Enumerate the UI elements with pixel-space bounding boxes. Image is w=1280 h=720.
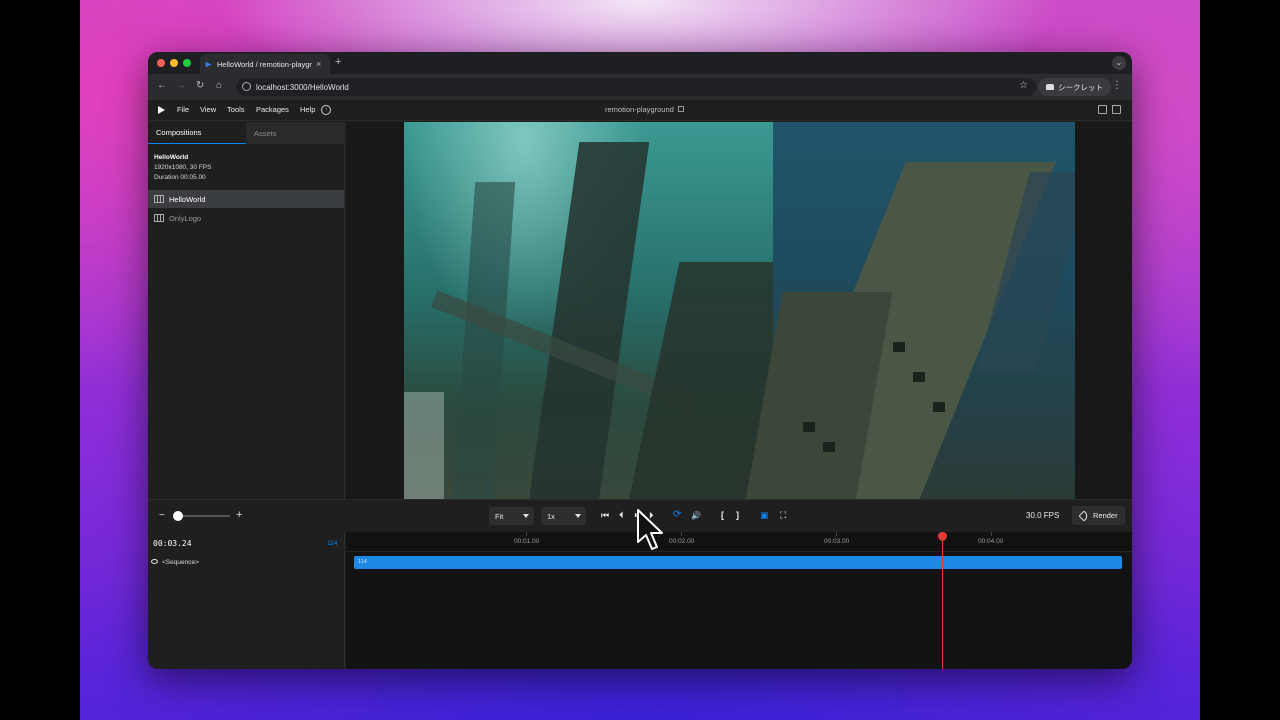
film-icon: [154, 195, 164, 203]
track-name: <Sequence>: [162, 558, 199, 566]
preview-canvas[interactable]: [346, 122, 1132, 499]
timeline-ruler[interactable]: 00:01.00 00:02.00 00:03.00 00:04.00: [346, 532, 1132, 552]
browser-tab[interactable]: HelloWorld / remotion-playground ×: [200, 54, 330, 74]
bookmark-star-icon[interactable]: ☆: [1019, 80, 1028, 91]
incognito-profile-button[interactable]: シークレット: [1038, 78, 1111, 96]
ruler-label: 00:03.00: [824, 538, 850, 545]
remotion-favicon-icon: [205, 61, 212, 67]
zoom-out-button[interactable]: −: [159, 510, 165, 521]
tab-close-icon[interactable]: ×: [316, 59, 321, 69]
eye-icon[interactable]: [151, 559, 158, 564]
playback-rate-select[interactable]: 1x: [541, 507, 586, 525]
close-window-button[interactable]: [157, 59, 165, 67]
underwater-city-image-left: [404, 122, 800, 499]
tab-strip: HelloWorld / remotion-playground × + ⌄: [148, 52, 1132, 74]
composition-duration: Duration 00:05.00: [154, 174, 206, 181]
composition-item-label: OnlyLogo: [169, 213, 202, 223]
browser-window: HelloWorld / remotion-playground × + ⌄ ←…: [148, 52, 1132, 669]
underwater-city-image-right: [743, 122, 1075, 499]
minimize-window-button[interactable]: [170, 59, 178, 67]
render-label: Render: [1093, 511, 1118, 520]
url-text: localhost:3000/HelloWorld: [256, 82, 349, 92]
menu-packages[interactable]: Packages: [256, 105, 289, 114]
toggle-right-panel-icon[interactable]: [1112, 105, 1121, 114]
composition-info: HelloWorld 1920x1080, 30 FPS Duration 00…: [154, 153, 211, 183]
checkerboard-icon[interactable]: ▣: [760, 510, 769, 521]
film-icon: [154, 214, 164, 222]
chevron-down-icon: [575, 514, 581, 518]
toggle-left-panel-icon[interactable]: [1098, 105, 1107, 114]
maximize-window-button[interactable]: [183, 59, 191, 67]
menu-file[interactable]: File: [177, 105, 189, 114]
size-mode-select[interactable]: Fit: [489, 507, 534, 525]
ruler-label: 00:04.00: [978, 538, 1004, 545]
remotion-logo-icon: [158, 106, 165, 114]
current-timecode[interactable]: 00:03.24: [153, 539, 192, 548]
fps-indicator: 30.0 FPS: [1026, 511, 1060, 520]
studio-menu-bar: File View Tools Packages Help ↑ remotion…: [148, 100, 1132, 121]
track-row-sequence[interactable]: <Sequence>: [148, 555, 345, 569]
sequence-clip[interactable]: 114: [354, 556, 1122, 569]
composition-item-helloworld[interactable]: HelloWorld: [148, 190, 344, 208]
jump-to-start-icon[interactable]: ⏮: [601, 510, 609, 521]
browser-menu-icon[interactable]: ⋮: [1112, 80, 1122, 91]
tab-compositions[interactable]: Compositions: [148, 122, 246, 144]
current-frame-number: 114: [327, 540, 338, 547]
reload-icon[interactable]: ↻: [196, 80, 204, 91]
in-point-icon[interactable]: [: [721, 510, 724, 520]
tab-assets[interactable]: Assets: [246, 122, 345, 144]
address-bar[interactable]: localhost:3000/HelloWorld ☆: [236, 78, 1036, 96]
tab-title: HelloWorld / remotion-playground: [217, 59, 312, 69]
menu-help[interactable]: Help: [300, 105, 315, 114]
incognito-label: シークレット: [1058, 82, 1103, 92]
timeline-track-list: 00:03.24 114 <Sequence>: [148, 532, 345, 669]
ruler-label: 00:02.00: [669, 538, 695, 545]
volume-icon[interactable]: 🔊: [691, 511, 701, 520]
render-button[interactable]: Render: [1072, 506, 1125, 525]
browser-toolbar: ← → ↻ ⌂ localhost:3000/HelloWorld ☆ シークレ…: [148, 74, 1132, 100]
menu-tools[interactable]: Tools: [227, 105, 245, 114]
tab-search-icon[interactable]: ⌄: [1112, 56, 1126, 70]
menu-view[interactable]: View: [200, 105, 216, 114]
ruler-label: 00:01.00: [514, 538, 540, 545]
home-icon[interactable]: ⌂: [216, 80, 222, 91]
new-tab-button[interactable]: +: [335, 56, 341, 68]
external-link-icon[interactable]: [678, 106, 684, 112]
timeline-canvas[interactable]: 00:01.00 00:02.00 00:03.00 00:04.00 114: [346, 532, 1132, 669]
zoom-slider-handle[interactable]: [173, 511, 183, 521]
chevron-down-icon: [523, 514, 529, 518]
out-point-icon[interactable]: ]: [736, 510, 739, 520]
site-info-icon[interactable]: [242, 82, 251, 91]
project-name[interactable]: remotion-playground: [605, 105, 674, 114]
compositions-sidebar: Compositions Assets HelloWorld 1920x1080…: [148, 122, 345, 499]
mouse-pointer-icon: [637, 509, 663, 550]
forward-icon[interactable]: →: [176, 80, 186, 91]
composition-item-onlylogo[interactable]: OnlyLogo: [148, 209, 344, 227]
playhead-line[interactable]: [942, 536, 943, 669]
screen: HelloWorld / remotion-playground × + ⌄ ←…: [0, 0, 1280, 720]
playback-rate-value: 1x: [547, 511, 555, 521]
size-mode-value: Fit: [495, 511, 504, 521]
loop-icon[interactable]: ⟳: [673, 509, 681, 520]
composition-resolution: 1920x1080, 30 FPS: [154, 164, 212, 171]
composition-name: HelloWorld: [154, 154, 189, 161]
zoom-in-button[interactable]: +: [236, 509, 242, 521]
video-preview-frame: [404, 122, 1075, 499]
back-icon[interactable]: ←: [157, 80, 167, 91]
rocket-icon: [1078, 509, 1090, 522]
github-icon[interactable]: ↑: [321, 105, 331, 115]
fullscreen-icon[interactable]: ⛶: [780, 510, 786, 521]
incognito-icon: [1046, 84, 1054, 90]
composition-item-label: HelloWorld: [169, 194, 206, 204]
previous-frame-icon[interactable]: ⏴: [619, 510, 624, 521]
